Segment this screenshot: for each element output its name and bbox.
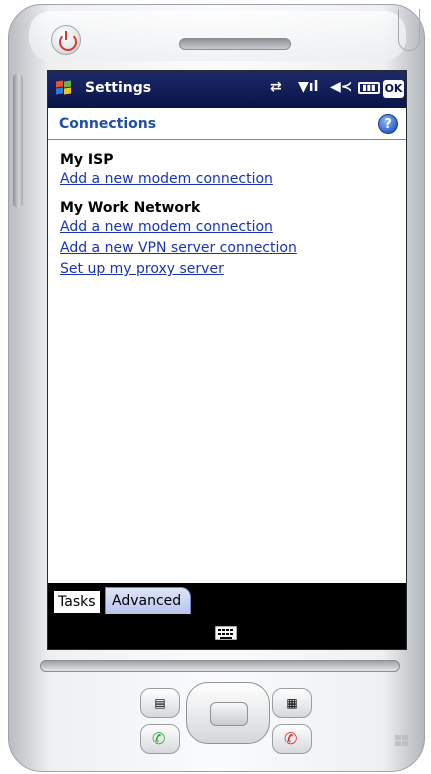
section-my-isp: My ISP Add a new modem connection: [60, 151, 400, 190]
page-header: Connections ?: [48, 108, 406, 140]
connections-content: My ISP Add a new modem connection My Wor…: [60, 151, 400, 289]
volume-icon[interactable]: ◀≺: [330, 79, 353, 95]
keyboard-icon[interactable]: [215, 626, 237, 640]
device-screen: Settings ⇄ ▼ıl ◀≺ ▮▮▮ OK Connections ? M…: [47, 70, 407, 650]
setup-proxy-link[interactable]: Set up my proxy server: [60, 259, 400, 280]
section-heading: My Work Network: [60, 200, 201, 216]
navigation-center-button[interactable]: [210, 702, 248, 726]
tab-tasks[interactable]: Tasks: [54, 591, 100, 613]
battery-icon[interactable]: ▮▮▮: [358, 82, 380, 94]
start-menu-flag-icon[interactable]: [56, 80, 74, 97]
call-icon: ✆: [152, 729, 166, 748]
add-vpn-connection-link[interactable]: Add a new VPN server connection: [60, 238, 400, 259]
calendar-key[interactable]: ▦: [272, 688, 312, 718]
stylus-slot: [398, 9, 420, 51]
bottom-bezel-bar: [40, 660, 400, 672]
tab-advanced[interactable]: Advanced: [105, 587, 191, 614]
power-icon[interactable]: [51, 25, 81, 55]
page-title: Connections: [59, 116, 157, 132]
tab-strip: Tasks Advanced: [48, 583, 406, 616]
add-modem-connection-link[interactable]: Add a new modem connection: [60, 217, 400, 238]
device-shine: [29, 11, 406, 61]
app-title: Settings: [85, 80, 152, 96]
contacts-key[interactable]: ▤: [140, 688, 180, 718]
windows-logo-icon: [395, 735, 411, 749]
connectivity-icon[interactable]: ⇄: [270, 79, 282, 95]
ok-button[interactable]: OK: [383, 80, 404, 98]
section-heading: My ISP: [60, 152, 114, 168]
soft-key-bar: [48, 616, 406, 649]
help-icon[interactable]: ?: [378, 114, 398, 134]
add-modem-connection-link[interactable]: Add a new modem connection: [60, 169, 400, 190]
end-call-key[interactable]: ✆: [272, 724, 312, 754]
section-my-work-network: My Work Network Add a new modem connecti…: [60, 199, 400, 280]
signal-strength-icon[interactable]: ▼ıl: [298, 79, 318, 95]
side-button[interactable]: [13, 73, 23, 208]
speaker-grille: [179, 38, 291, 50]
titlebar: Settings ⇄ ▼ıl ◀≺ ▮▮▮ OK: [48, 71, 406, 108]
call-key[interactable]: ✆: [140, 724, 180, 754]
end-call-icon: ✆: [284, 729, 298, 748]
